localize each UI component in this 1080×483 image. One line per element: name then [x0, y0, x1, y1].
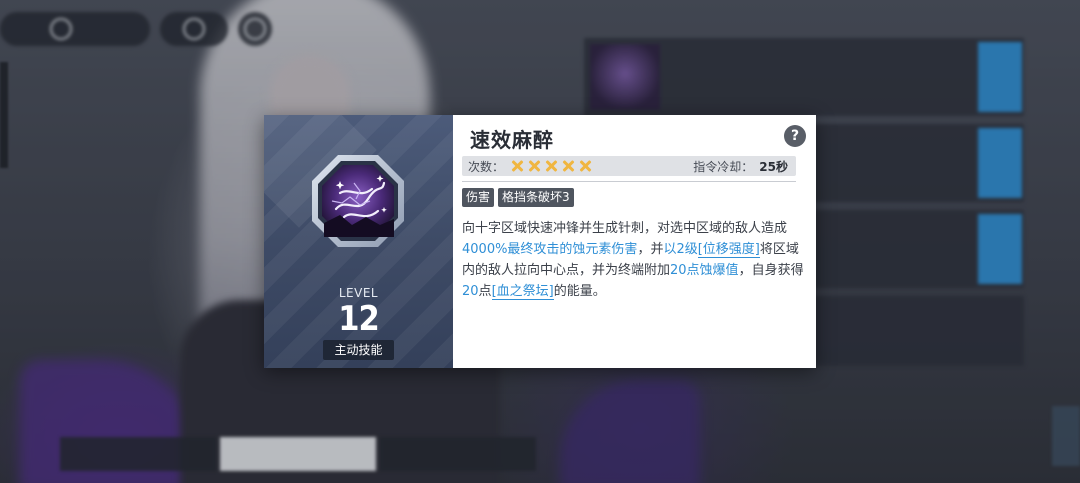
- cooldown: 指令冷却： 25秒: [693, 158, 788, 175]
- skill-name: 速效麻醉: [470, 128, 554, 152]
- charge-icon: [544, 159, 558, 173]
- desc-text: 的能量。: [553, 284, 606, 299]
- level-label: LEVEL: [338, 286, 379, 300]
- desc-text: ，自身获得: [738, 263, 804, 278]
- skill-badge-panel: LEVEL 12 主动技能: [264, 115, 453, 368]
- charge-icon: [527, 159, 541, 173]
- desc-level-highlight: 以2级: [663, 242, 698, 257]
- charges-label: 次数：: [468, 159, 505, 174]
- skill-level: 12: [338, 299, 380, 339]
- skill-info-panel: 速效麻醉 ? 次数： 指令冷却： 25秒 伤害 格挡条破坏3 向十字区域快速冲锋…: [453, 115, 816, 368]
- skill-type-badge: 主动技能: [323, 340, 394, 360]
- skill-tags: 伤害 格挡条破坏3: [462, 188, 574, 207]
- help-button[interactable]: ?: [784, 125, 806, 147]
- purple-lightning-skill-icon: [310, 153, 406, 249]
- charges-indicator: [510, 159, 592, 173]
- desc-erosion-highlight: 20点蚀爆值: [670, 263, 739, 278]
- desc-text: 点: [478, 284, 492, 299]
- cooldown-value: 25秒: [759, 159, 788, 174]
- skill-info-bar: 次数： 指令冷却： 25秒: [462, 156, 796, 176]
- desc-text: ，并: [637, 242, 664, 257]
- charge-icon: [578, 159, 592, 173]
- charge-icon: [510, 159, 524, 173]
- keyword-link-blood-altar[interactable]: [血之祭坛]: [491, 284, 554, 300]
- desc-damage-highlight: 4000%最终攻击的蚀元素伤害: [462, 242, 638, 257]
- keyword-link-displacement[interactable]: [位移强度]: [697, 242, 760, 258]
- skill-detail-popup: LEVEL 12 主动技能 速效麻醉 ? 次数： 指令冷却： 25秒 伤害 格挡…: [264, 115, 816, 368]
- charge-icon: [561, 159, 575, 173]
- skill-description: 向十字区域快速冲锋并生成针刺，对选中区域的敌人造成 4000%最终攻击的蚀元素伤害…: [462, 218, 807, 302]
- tag-damage: 伤害: [462, 188, 495, 207]
- cooldown-label: 指令冷却：: [693, 159, 754, 174]
- divider: [462, 181, 796, 182]
- desc-energy-highlight: 20: [462, 284, 479, 299]
- tag-block-break: 格挡条破坏3: [498, 188, 574, 207]
- desc-text: 向十字区域快速冲锋并生成针刺，对选中区域的敌人造成: [462, 221, 788, 236]
